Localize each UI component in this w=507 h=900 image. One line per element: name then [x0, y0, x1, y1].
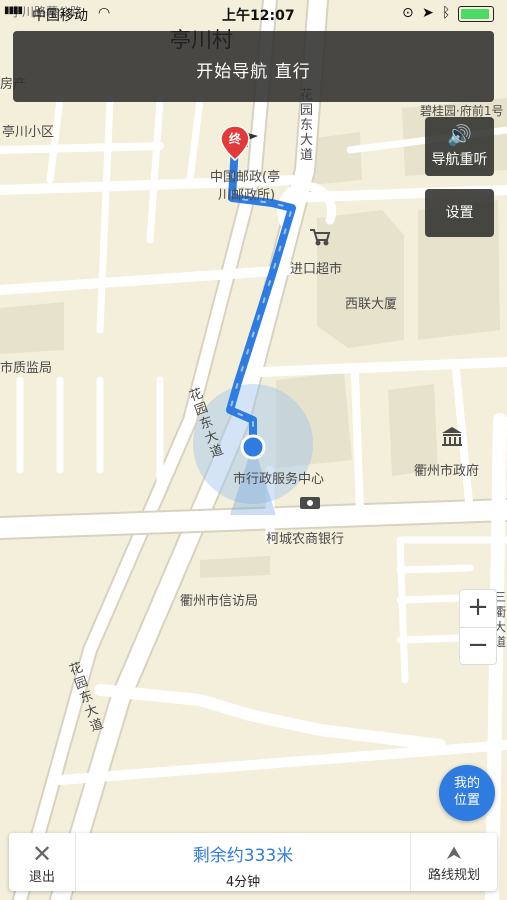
bottom-navigation-bar: ✕ 退出 剩余约333米 4分钟 ⮝ 路线规划 [9, 833, 497, 891]
label-xilian: 西联大厦 [345, 297, 398, 312]
remaining-summary: 剩余约333米 4分钟 [75, 833, 411, 891]
carrier-name: 中国移动 [32, 8, 88, 24]
current-position-dot [240, 434, 266, 460]
my-location-button[interactable]: 我的 位置 [439, 765, 495, 821]
exit-button[interactable]: ✕ 退出 [9, 833, 76, 891]
close-icon: ✕ [31, 840, 53, 868]
destination-marker-label: 终 [228, 132, 241, 146]
my-location-line1: 我的 [453, 776, 480, 791]
my-location-line2: 位置 [453, 793, 480, 808]
label-kecheng-bank: 柯城农商银行 [266, 532, 345, 547]
exit-label: 退出 [28, 870, 55, 885]
location-arrow-icon: ➤ [422, 5, 434, 21]
status-time: 上午12:07 [222, 8, 295, 24]
label-supermarket: 进口超市 [290, 262, 343, 277]
remaining-time: 4分钟 [225, 875, 261, 890]
settings-button[interactable]: 设置 [425, 189, 494, 237]
zoom-in-button[interactable]: + [460, 590, 496, 628]
wifi-icon: ◠ [98, 5, 111, 21]
label-tingchuan-xiaoqu: 亭川小区 [2, 125, 55, 140]
route-planning-label: 路线规划 [427, 868, 480, 883]
zoom-out-button[interactable]: − [460, 628, 496, 665]
bluetooth-icon: ᛒ [442, 5, 451, 21]
battery-icon [458, 6, 494, 26]
zoom-controls: + − [459, 589, 497, 665]
label-city-gov: 衢州市政府 [414, 464, 480, 479]
label-xinfang: 衢州市信访局 [180, 594, 259, 609]
signal-icon: ▮▮▮▮ [4, 5, 23, 16]
rotation-lock-icon: ⊙ [402, 5, 414, 21]
label-post-office-2: 川邮政所) [218, 188, 276, 203]
map-place-name: 亭川村 [170, 28, 233, 52]
navigation-instruction-banner: 开始导航 直行 [13, 31, 494, 102]
speaker-icon: 🔊 [447, 123, 472, 147]
replay-voice-button[interactable]: 🔊 导航重听 [425, 117, 494, 176]
route-planning-button[interactable]: ⮝ 路线规划 [410, 833, 497, 891]
settings-label: 设置 [445, 205, 474, 221]
navigation-instruction: 开始导航 直行 [196, 62, 311, 82]
remaining-distance: 剩余约333米 [192, 846, 294, 866]
route-arrow-icon: ⮝ [446, 843, 462, 864]
bank-icon [300, 497, 320, 509]
label-zhijian: 市质监局 [0, 361, 53, 376]
replay-voice-label: 导航重听 [431, 152, 488, 168]
label-service-center: 市行政服务中心 [233, 472, 325, 487]
status-bar: ▮▮▮▮ 中国移动 ◠ 上午12:07 ⊙ ➤ ᛒ [0, 0, 507, 26]
label-post-office-1: 中国邮政(亭 [210, 170, 281, 185]
